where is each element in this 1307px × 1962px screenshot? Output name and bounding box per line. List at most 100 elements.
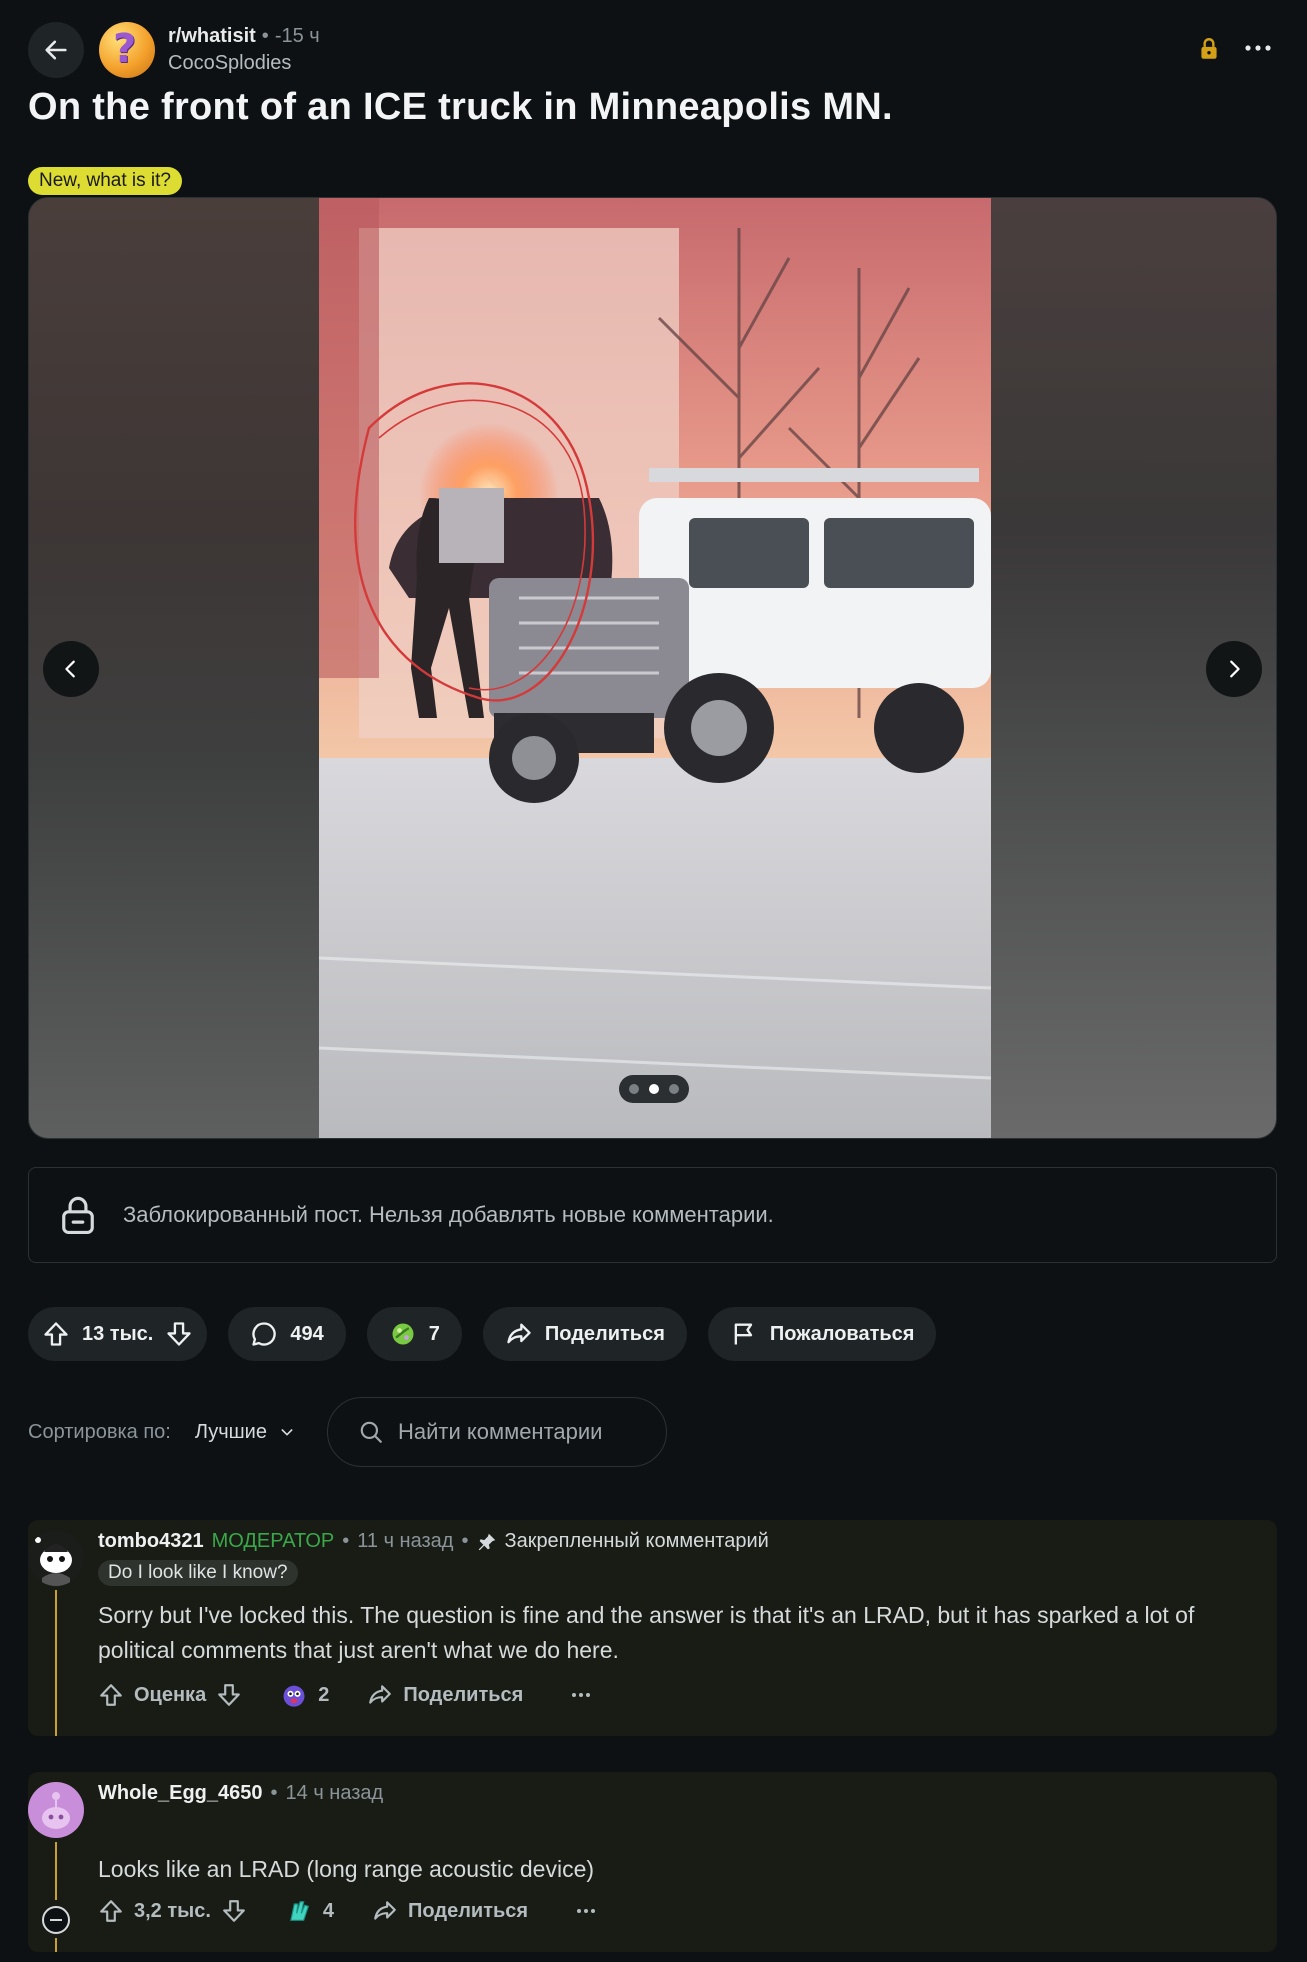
ellipsis-icon	[577, 1909, 596, 1913]
ellipsis-icon	[572, 1693, 591, 1697]
share-icon	[374, 1901, 396, 1920]
award-hands-icon	[290, 1901, 309, 1921]
comment-meta: tombo4321 МОДЕРАТОР • 11 ч назад • Закре…	[98, 1530, 769, 1553]
comment-vote: 3,2 тыс.	[98, 1898, 247, 1924]
separator-dot: •	[270, 1782, 278, 1804]
comment-author[interactable]: tombo4321	[98, 1530, 204, 1553]
vote-bar: 13 тыс.	[28, 1307, 208, 1361]
post-meta: r/whatisit • -15 ч CocoSplodies	[168, 25, 320, 75]
post-time: -15 ч	[274, 25, 320, 47]
sort-label: Сортировка по:	[28, 1420, 171, 1443]
comment-awards[interactable]: 4	[285, 1897, 334, 1925]
moderator-badge: МОДЕРАТОР	[211, 1530, 335, 1552]
comment-time: 14 ч назад	[285, 1782, 384, 1804]
truck-photo	[319, 198, 991, 1138]
comment-author[interactable]: Whole_Egg_4650	[98, 1782, 263, 1805]
pinned-label: Закрепленный комментарий	[476, 1530, 769, 1553]
comment: Whole_Egg_4650 • 14 ч назад Looks like a…	[28, 1772, 1277, 1952]
collapse-thread-button[interactable]	[42, 1906, 70, 1934]
comment-share-label: Поделиться	[408, 1899, 529, 1922]
comment-search[interactable]	[326, 1397, 667, 1467]
comment-meta: Whole_Egg_4650 • 14 ч назад	[98, 1782, 383, 1805]
downvote-icon[interactable]	[165, 1320, 193, 1348]
arrow-left-icon	[45, 40, 67, 60]
carousel-indicator	[619, 1075, 689, 1103]
comment-actions: Оценка 2 Поделиться	[98, 1681, 591, 1709]
comment-vote-label: Оценка	[134, 1683, 207, 1706]
carousel-prev-button[interactable]	[43, 641, 99, 697]
minus-icon	[50, 1919, 62, 1921]
separator-dot: •	[261, 25, 269, 47]
comment-share-label: Поделиться	[403, 1683, 524, 1706]
locked-post-banner: Заблокированный пост. Нельзя добавлять н…	[28, 1167, 1277, 1263]
comment-bubble-icon	[252, 1322, 277, 1346]
report-button[interactable]: Пожаловаться	[707, 1307, 937, 1361]
carousel-next-button[interactable]	[1206, 641, 1262, 697]
comment-time: 11 ч назад	[357, 1530, 454, 1552]
pin-icon	[479, 1533, 496, 1550]
comment-more-button[interactable]	[571, 1692, 591, 1698]
avatar[interactable]	[28, 1782, 84, 1838]
back-button[interactable]	[28, 22, 84, 78]
post-image[interactable]	[319, 198, 991, 1138]
separator-dot: •	[342, 1530, 350, 1552]
chevron-right-icon	[1230, 660, 1240, 678]
comment-more-button[interactable]	[576, 1908, 596, 1914]
comment-awards[interactable]: 2	[280, 1681, 329, 1709]
carousel-dot[interactable]	[669, 1084, 679, 1094]
downvote-icon[interactable]	[216, 1682, 242, 1708]
comment-awards-count: 2	[318, 1683, 330, 1706]
carousel-dot-active[interactable]	[649, 1084, 659, 1094]
comment-vote: Оценка	[98, 1682, 242, 1708]
comment-share-button[interactable]: Поделиться	[367, 1682, 523, 1708]
media-carousel	[28, 197, 1277, 1139]
sort-dropdown[interactable]: Лучшие	[195, 1421, 295, 1444]
awards-button[interactable]: 7	[366, 1307, 462, 1361]
comment-body: Looks like an LRAD (long range acoustic …	[98, 1856, 595, 1882]
thread-line[interactable]	[55, 1938, 57, 1952]
post-header: ? r/whatisit • -15 ч CocoSplodies	[28, 22, 1278, 78]
pinned-text: Закрепленный комментарий	[504, 1530, 769, 1552]
upvote-icon[interactable]	[42, 1320, 70, 1348]
comment-actions: 3,2 тыс. 4 Поделиться	[98, 1897, 596, 1925]
post-actions: 13 тыс. 494 7 Поделиться Пожаловаться	[28, 1307, 937, 1361]
snoo-avatar-icon	[28, 1782, 84, 1838]
share-label: Поделиться	[544, 1322, 665, 1345]
lock-outline-icon	[62, 1196, 94, 1234]
downvote-icon[interactable]	[221, 1898, 247, 1924]
chevron-left-icon	[65, 660, 75, 678]
post-flair[interactable]: New, what is it?	[28, 167, 182, 195]
search-icon	[360, 1421, 382, 1443]
ellipsis-icon	[1245, 45, 1271, 51]
thread-line[interactable]	[55, 1842, 57, 1900]
comment: tombo4321 МОДЕРАТОР • 11 ч назад • Закре…	[28, 1520, 1277, 1736]
carousel-dot[interactable]	[629, 1084, 639, 1094]
post-title: On the front of an ICE truck in Minneapo…	[28, 86, 893, 128]
locked-post-text: Заблокированный пост. Нельзя добавлять н…	[123, 1202, 774, 1227]
award-face-icon	[283, 1685, 305, 1707]
comments-button[interactable]: 494	[228, 1307, 346, 1361]
award-icon	[392, 1323, 414, 1345]
chevron-down-icon	[281, 1429, 293, 1436]
user-flair: Do I look like I know?	[98, 1560, 298, 1586]
comment-sort-bar: Сортировка по: Лучшие	[28, 1397, 667, 1467]
upvote-icon[interactable]	[98, 1898, 124, 1924]
more-options-button[interactable]	[1238, 28, 1278, 68]
comment-awards-count: 4	[322, 1899, 335, 1922]
subreddit-avatar[interactable]: ?	[99, 22, 155, 78]
upvote-icon[interactable]	[98, 1682, 124, 1708]
awards-count: 7	[428, 1322, 440, 1345]
share-icon	[369, 1685, 392, 1704]
subreddit-name[interactable]: r/whatisit	[168, 25, 256, 48]
avatar[interactable]	[28, 1530, 84, 1586]
comment-body: Sorry but I've locked this. The question…	[98, 1602, 1195, 1663]
search-comments-input[interactable]	[397, 1419, 648, 1445]
vote-count: 13 тыс.	[82, 1322, 154, 1345]
thread-line[interactable]	[55, 1590, 57, 1736]
post-author[interactable]: CocoSplodies	[168, 52, 320, 75]
comment-share-button[interactable]: Поделиться	[372, 1898, 528, 1924]
comments-count: 494	[290, 1322, 324, 1345]
report-label: Пожаловаться	[769, 1322, 915, 1345]
share-button[interactable]: Поделиться	[482, 1307, 687, 1361]
lock-icon	[1201, 38, 1217, 59]
